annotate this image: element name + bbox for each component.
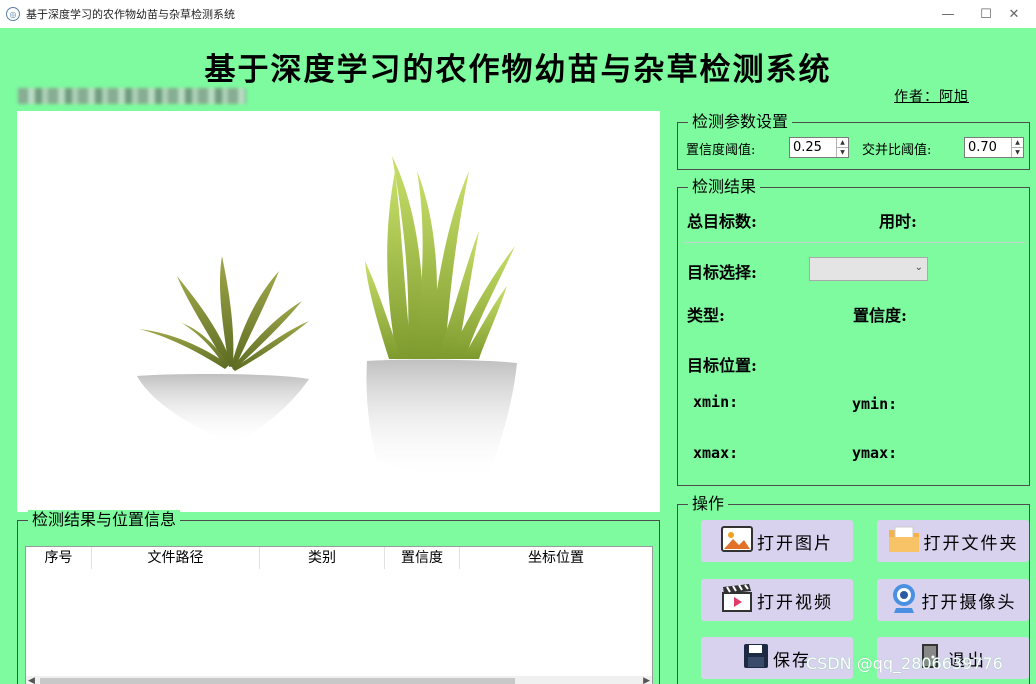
page-title: 基于深度学习的农作物幼苗与杂草检测系统 [204, 52, 832, 88]
column-header-class[interactable]: 类别 [260, 547, 385, 569]
xmin-label: xmin: [693, 393, 739, 411]
image-display [17, 111, 660, 512]
results-table-title: 检测结果与位置信息 [28, 510, 181, 530]
app-icon: ◎ [6, 7, 20, 21]
detection-results-title: 检测结果 [688, 177, 761, 197]
folder-icon [888, 525, 920, 558]
close-button[interactable]: ✕ [992, 4, 1036, 24]
scroll-left-icon[interactable]: ◀ [28, 676, 35, 684]
elapsed-time-label: 用时: [879, 212, 917, 231]
webcam-icon [890, 582, 918, 619]
total-targets-label: 总目标数: [687, 212, 757, 231]
window-title: 基于深度学习的农作物幼苗与杂草检测系统 [26, 8, 235, 21]
confidence-threshold-label: 置信度阈值: [686, 143, 756, 158]
type-label: 类型: [687, 306, 725, 325]
column-header-index[interactable]: 序号 [26, 547, 92, 569]
table-header: 序号 文件路径 类别 置信度 坐标位置 [26, 547, 652, 569]
spin-down-icon[interactable]: ▼ [837, 147, 848, 157]
column-header-confidence[interactable]: 置信度 [385, 547, 460, 569]
image-icon [721, 525, 753, 557]
watermark-text: CSDN @qq_2806639776 [806, 654, 1003, 673]
target-position-label: 目标位置: [687, 356, 757, 375]
video-clapper-icon [721, 583, 753, 618]
operations-title: 操作 [688, 494, 729, 514]
seedling-small-reflection [137, 374, 309, 446]
iou-threshold-label: 交并比阈值: [862, 143, 932, 158]
column-header-coordinates[interactable]: 坐标位置 [460, 547, 652, 569]
open-camera-button[interactable]: 打开摄像头 [877, 579, 1029, 621]
target-select-combobox[interactable]: ⌄ [809, 257, 928, 281]
scrollbar-thumb[interactable] [40, 678, 515, 684]
results-divider [684, 242, 1025, 243]
detection-results-group: 检测结果 总目标数: 用时: 目标选择: ⌄ 类型: 置信度: 目标位置: xm… [677, 177, 1030, 486]
blurred-text-line [18, 88, 246, 104]
horizontal-scrollbar[interactable]: ◀ ▶ [26, 676, 652, 684]
floppy-disk-icon [743, 643, 769, 674]
author-label: 作者：阿旭 [894, 89, 969, 105]
spin-up-icon[interactable]: ▲ [837, 138, 848, 147]
column-header-filepath[interactable]: 文件路径 [92, 547, 260, 569]
open-image-button[interactable]: 打开图片 [701, 520, 853, 562]
detection-params-title: 检测参数设置 [688, 112, 793, 132]
target-select-label: 目标选择: [687, 263, 757, 282]
window-titlebar: ◎ 基于深度学习的农作物幼苗与杂草检测系统 — ☐ ✕ [0, 0, 1036, 28]
plant-image [137, 156, 517, 481]
scroll-right-icon[interactable]: ▶ [643, 676, 650, 684]
iou-threshold-spinbox[interactable]: 0.70 ▲ ▼ [964, 137, 1024, 158]
open-video-button[interactable]: 打开视频 [701, 579, 853, 621]
seedling-small [139, 256, 309, 371]
spin-down-icon[interactable]: ▼ [1012, 147, 1023, 157]
detection-params-group: 检测参数设置 置信度阈值: 0.25 ▲ ▼ 交并比阈值: 0.70 ▲ ▼ [677, 112, 1030, 170]
confidence-threshold-spinbox[interactable]: 0.25 ▲ ▼ [789, 137, 849, 158]
xmax-label: xmax: [693, 444, 739, 462]
results-table[interactable]: 序号 文件路径 类别 置信度 坐标位置 ◀ ▶ [25, 546, 653, 684]
confidence-threshold-value: 0.25 [793, 140, 822, 155]
spin-up-icon[interactable]: ▲ [1012, 138, 1023, 147]
grass-tall [365, 156, 515, 359]
results-table-group: 检测结果与位置信息 序号 文件路径 类别 置信度 坐标位置 ◀ ▶ [17, 510, 660, 684]
open-folder-button[interactable]: 打开文件夹 [877, 520, 1029, 562]
iou-threshold-value: 0.70 [968, 140, 997, 155]
ymax-label: ymax: [852, 444, 898, 462]
ymin-label: ymin: [852, 395, 898, 413]
confidence-label: 置信度: [853, 306, 907, 325]
grass-tall-reflection [366, 359, 517, 481]
chevron-down-icon: ⌄ [914, 262, 923, 273]
